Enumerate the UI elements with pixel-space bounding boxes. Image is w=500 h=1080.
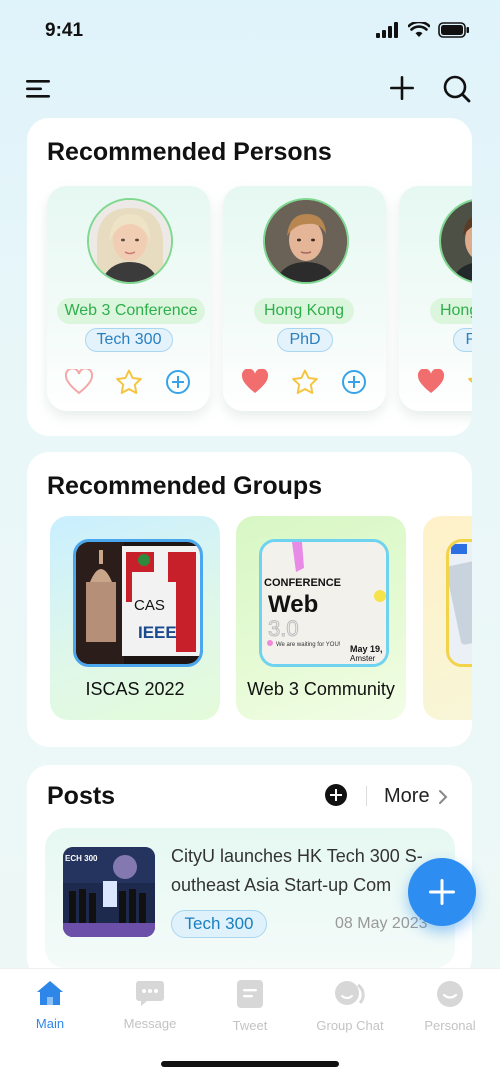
person-actions xyxy=(64,367,195,395)
tab-label: Message xyxy=(123,1016,177,1031)
heart-icon[interactable] xyxy=(64,367,94,400)
person-tag-primary: Hong Kong xyxy=(430,298,472,324)
tab-label: Tweet xyxy=(232,1018,268,1033)
search-icon[interactable] xyxy=(442,74,472,104)
status-bar: 9:41 xyxy=(0,0,500,60)
person-tag-secondary: PhD xyxy=(453,328,472,352)
tweet-icon xyxy=(237,980,263,1008)
post-tag[interactable]: Tech 300 xyxy=(171,910,267,938)
tab-main[interactable]: Main xyxy=(0,979,100,1031)
chevron-right-icon[interactable] xyxy=(438,789,448,805)
tab-label: Main xyxy=(35,1016,65,1031)
post-title: CityU launches HK Tech 300 S-outheast As… xyxy=(171,846,423,895)
post-item[interactable]: ECH 300 CityU launches HK Tech 300 S-out… xyxy=(45,828,455,968)
more-link[interactable]: More xyxy=(384,785,430,808)
battery-icon xyxy=(438,22,469,38)
person-card[interactable]: Web 3 Conference Tech 300 xyxy=(47,186,210,411)
person-tag-primary: Hong Kong xyxy=(254,298,354,324)
floating-add-button[interactable] xyxy=(408,858,476,926)
person-card[interactable]: Hong Kong PhD xyxy=(223,186,386,411)
message-icon xyxy=(136,981,164,1006)
post-date: 08 May 2023 xyxy=(335,915,428,932)
svg-text:We are waiting for YOU!: We are waiting for YOU! xyxy=(276,642,341,648)
menu-icon[interactable] xyxy=(26,78,52,100)
group-image: CONFERENCE Web 3.0 We are waiting for YO… xyxy=(259,539,389,667)
group-card[interactable]: CONFERENCE Web 3.0 We are waiting for YO… xyxy=(236,516,406,720)
top-bar xyxy=(0,70,500,110)
avatar[interactable] xyxy=(263,198,349,284)
recommended-groups-card: Recommended Groups CAS IEEE ISCAS 2022 C… xyxy=(27,452,472,747)
star-icon[interactable] xyxy=(291,369,319,400)
svg-text:ECH 300: ECH 300 xyxy=(65,854,98,863)
group-chat-icon xyxy=(335,981,365,1005)
tab-label: Group Chat xyxy=(316,1018,384,1033)
home-indicator xyxy=(161,1061,339,1067)
star-icon[interactable] xyxy=(115,369,143,400)
svg-text:3.0: 3.0 xyxy=(268,616,299,641)
svg-text:CONFERENCE: CONFERENCE xyxy=(264,577,341,589)
signal-icon xyxy=(376,22,398,38)
group-name: Web 3 Community xyxy=(247,679,395,699)
posts-title: Posts xyxy=(47,782,116,810)
person-card[interactable]: Hong Kong PhD xyxy=(399,186,472,411)
group-image xyxy=(446,539,472,667)
group-card[interactable]: CAS IEEE ISCAS 2022 xyxy=(50,516,220,720)
divider xyxy=(366,786,367,806)
svg-text:IEEE: IEEE xyxy=(138,623,177,642)
svg-text:CAS: CAS xyxy=(134,597,165,614)
add-icon[interactable] xyxy=(388,74,416,102)
add-circle-icon[interactable] xyxy=(165,369,191,400)
add-post-icon[interactable] xyxy=(325,784,347,806)
recommended-persons-title: Recommended Persons xyxy=(47,138,332,166)
group-image: CAS IEEE xyxy=(73,539,203,667)
status-icons xyxy=(376,22,470,38)
post-thumbnail: ECH 300 xyxy=(63,847,155,937)
avatar[interactable] xyxy=(439,198,472,284)
tab-tweet[interactable]: Tweet xyxy=(200,979,300,1033)
tab-message[interactable]: Message xyxy=(100,979,200,1031)
svg-text:Amster: Amster xyxy=(350,654,376,663)
person-actions xyxy=(417,368,472,395)
group-card[interactable]: U xyxy=(423,516,472,720)
avatar[interactable] xyxy=(87,198,173,284)
personal-icon xyxy=(437,981,463,1007)
person-actions xyxy=(241,368,371,395)
svg-text:Web: Web xyxy=(268,591,318,618)
add-circle-icon[interactable] xyxy=(341,369,367,400)
tab-label: Personal xyxy=(424,1018,476,1033)
plus-icon xyxy=(429,879,455,905)
group-name: ISCAS 2022 xyxy=(85,679,185,699)
svg-text:May 19,: May 19, xyxy=(350,644,383,654)
recommended-groups-title: Recommended Groups xyxy=(47,472,323,500)
group-name: U xyxy=(423,679,472,700)
heart-icon[interactable] xyxy=(241,368,269,400)
person-tag-secondary: PhD xyxy=(277,328,333,352)
home-icon xyxy=(37,981,63,1005)
person-tag-secondary: Tech 300 xyxy=(85,328,173,352)
status-time: 9:41 xyxy=(45,20,84,41)
tab-group-chat[interactable]: Group Chat xyxy=(300,979,400,1033)
tab-personal[interactable]: Personal xyxy=(400,979,500,1033)
star-icon[interactable] xyxy=(467,369,472,400)
recommended-persons-card: Recommended Persons Web 3 Conference Tec… xyxy=(27,118,472,436)
wifi-icon xyxy=(408,22,430,37)
heart-icon[interactable] xyxy=(417,368,445,400)
person-tag-primary: Web 3 Conference xyxy=(57,298,205,324)
posts-card: Posts More ECH 300 CityU launches HK Tec… xyxy=(27,765,472,980)
